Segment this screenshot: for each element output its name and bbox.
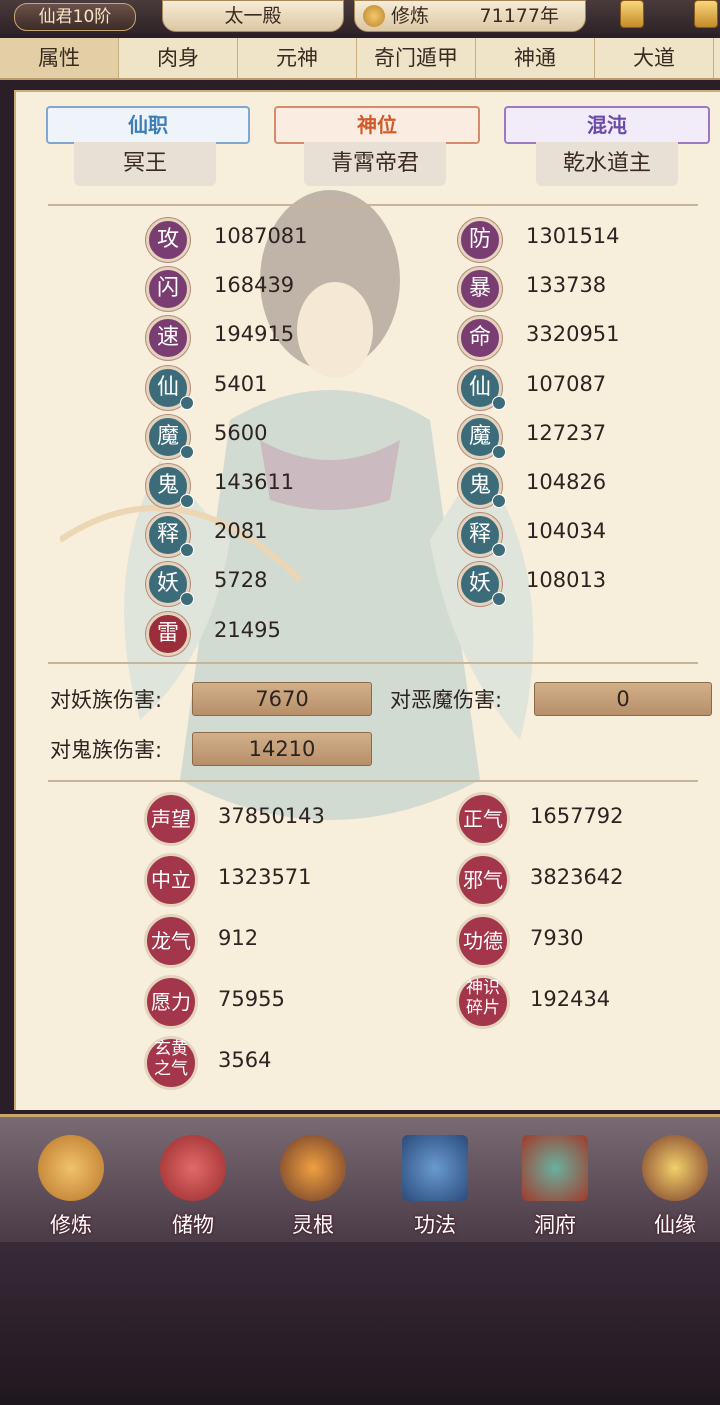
stat-value: 133738	[526, 273, 607, 298]
resource-icon: 正气	[456, 792, 510, 846]
stat-value: 127237	[526, 420, 607, 445]
resource-value: 192434	[530, 987, 611, 1011]
tab-dao[interactable]: 大道	[595, 38, 714, 78]
stat-value: 107087	[526, 371, 607, 396]
damage-vs-ghost-label: 对鬼族伤害:	[50, 738, 163, 762]
stat-value: 194915	[214, 322, 295, 347]
nav-label: 灵根	[292, 1213, 334, 1237]
title-immortal-post-value: 冥王	[74, 142, 216, 186]
nav-fate[interactable]: 仙缘	[620, 1127, 720, 1237]
tab-attributes[interactable]: 属性	[0, 38, 119, 78]
stat-value: 1301514	[526, 224, 620, 248]
nav-cultivate[interactable]: 修炼	[16, 1127, 126, 1237]
damage-vs-demon-value: 0	[534, 682, 712, 716]
resource-value: 37850143	[218, 804, 325, 828]
nav-cave[interactable]: 洞府	[500, 1127, 610, 1237]
gourd-icon	[642, 1135, 708, 1201]
resource-value: 3823642	[530, 865, 624, 889]
rank-badge[interactable]: 仙君10阶	[14, 3, 136, 31]
stat-value: 104034	[526, 519, 607, 544]
nav-label: 仙缘	[654, 1213, 696, 1237]
lantern-icon	[694, 0, 718, 28]
title-immortal-post-banner: 仙职	[46, 106, 250, 144]
tab-magic[interactable]: 神通	[476, 38, 595, 78]
stat-value: 5401	[214, 371, 268, 396]
stat-icon: 闪	[146, 267, 190, 312]
resource-icon: 神识碎片	[456, 975, 510, 1029]
stat-value: 108013	[526, 568, 607, 593]
nav-label: 洞府	[534, 1213, 576, 1237]
divider	[48, 780, 698, 782]
resource-value: 912	[218, 926, 259, 950]
resource-icon: 邪气	[456, 853, 510, 907]
resource-icon: 功德	[456, 914, 510, 968]
spirit-root-icon	[280, 1135, 346, 1201]
lantern-icon	[620, 0, 644, 28]
cave-house-icon	[522, 1135, 588, 1201]
resource-value: 7930	[530, 926, 584, 950]
damage-vs-yao-value: 7670	[192, 682, 372, 716]
damage-vs-demon-label: 对恶魔伤害:	[390, 688, 503, 712]
divider	[48, 662, 698, 664]
stat-value: 21495	[214, 617, 281, 642]
resource-value: 1657792	[530, 804, 624, 828]
resource-icon: 中立	[144, 853, 198, 907]
resource-icon: 龙气	[144, 914, 198, 968]
title-chaos-value: 乾水道主	[536, 142, 678, 186]
nav-label: 功法	[414, 1213, 456, 1237]
tab-qimen[interactable]: 奇门遁甲	[357, 38, 476, 78]
info-icon[interactable]	[180, 395, 194, 410]
tab-body[interactable]: 肉身	[119, 38, 238, 78]
stat-value: 5600	[214, 420, 268, 445]
meditation-icon	[363, 5, 385, 27]
cultivate-icon	[38, 1135, 104, 1201]
stat-icon: 防	[458, 218, 502, 262]
title-chaos-banner: 混沌	[504, 106, 710, 144]
realm-indicator[interactable]: 太一殿	[162, 0, 344, 32]
stat-icon: 暴	[458, 267, 502, 312]
divider	[48, 204, 698, 206]
stat-value: 168439	[214, 273, 295, 298]
info-icon[interactable]	[492, 395, 506, 410]
stat-value: 143611	[214, 470, 295, 494]
stat-value: 2081	[214, 519, 268, 544]
resource-value: 1323571	[218, 865, 312, 889]
storage-bag-icon	[160, 1135, 226, 1201]
stat-value: 3320951	[526, 322, 620, 347]
stat-icon: 攻	[146, 218, 190, 262]
nav-storage[interactable]: 储物	[138, 1127, 248, 1237]
resource-value: 75955	[218, 987, 285, 1011]
top-bar: 仙君10阶 太一殿 修炼 71177年	[0, 0, 720, 34]
title-god-rank-banner: 神位	[274, 106, 480, 144]
nav-label: 储物	[172, 1213, 214, 1237]
damage-vs-ghost-value: 14210	[192, 732, 372, 766]
title-god-rank-value: 青霄帝君	[304, 142, 446, 186]
cultivation-value: 71177年	[479, 5, 559, 27]
cultivation-indicator[interactable]: 修炼 71177年	[354, 0, 586, 32]
resource-value: 3564	[218, 1048, 272, 1072]
tab-bar: 属性 肉身 元神 奇门遁甲 神通 大道	[0, 38, 720, 80]
bottom-nav: 修炼 储物 灵根 功法 洞府 仙缘	[0, 1114, 720, 1245]
stat-value: 104826	[526, 470, 607, 494]
resource-icon: 声望	[144, 792, 198, 846]
info-icon[interactable]	[492, 444, 506, 459]
stat-value: 1087081	[214, 224, 308, 248]
info-icon[interactable]	[180, 444, 194, 459]
cultivation-label: 修炼	[391, 5, 430, 27]
book-icon	[402, 1135, 468, 1201]
nav-spirit-root[interactable]: 灵根	[258, 1127, 368, 1237]
tab-spirit[interactable]: 元神	[238, 38, 357, 78]
stat-value: 5728	[214, 568, 268, 593]
info-icon[interactable]	[180, 494, 194, 508]
resource-icon: 玄黄之气	[144, 1036, 198, 1090]
nav-label: 修炼	[50, 1213, 92, 1237]
stat-icon: 雷	[146, 611, 190, 656]
footer-background	[0, 1242, 720, 1405]
nav-technique[interactable]: 功法	[380, 1127, 490, 1237]
info-icon[interactable]	[492, 494, 506, 508]
damage-vs-yao-label: 对妖族伤害:	[50, 688, 163, 712]
resource-icon: 愿力	[144, 975, 198, 1029]
